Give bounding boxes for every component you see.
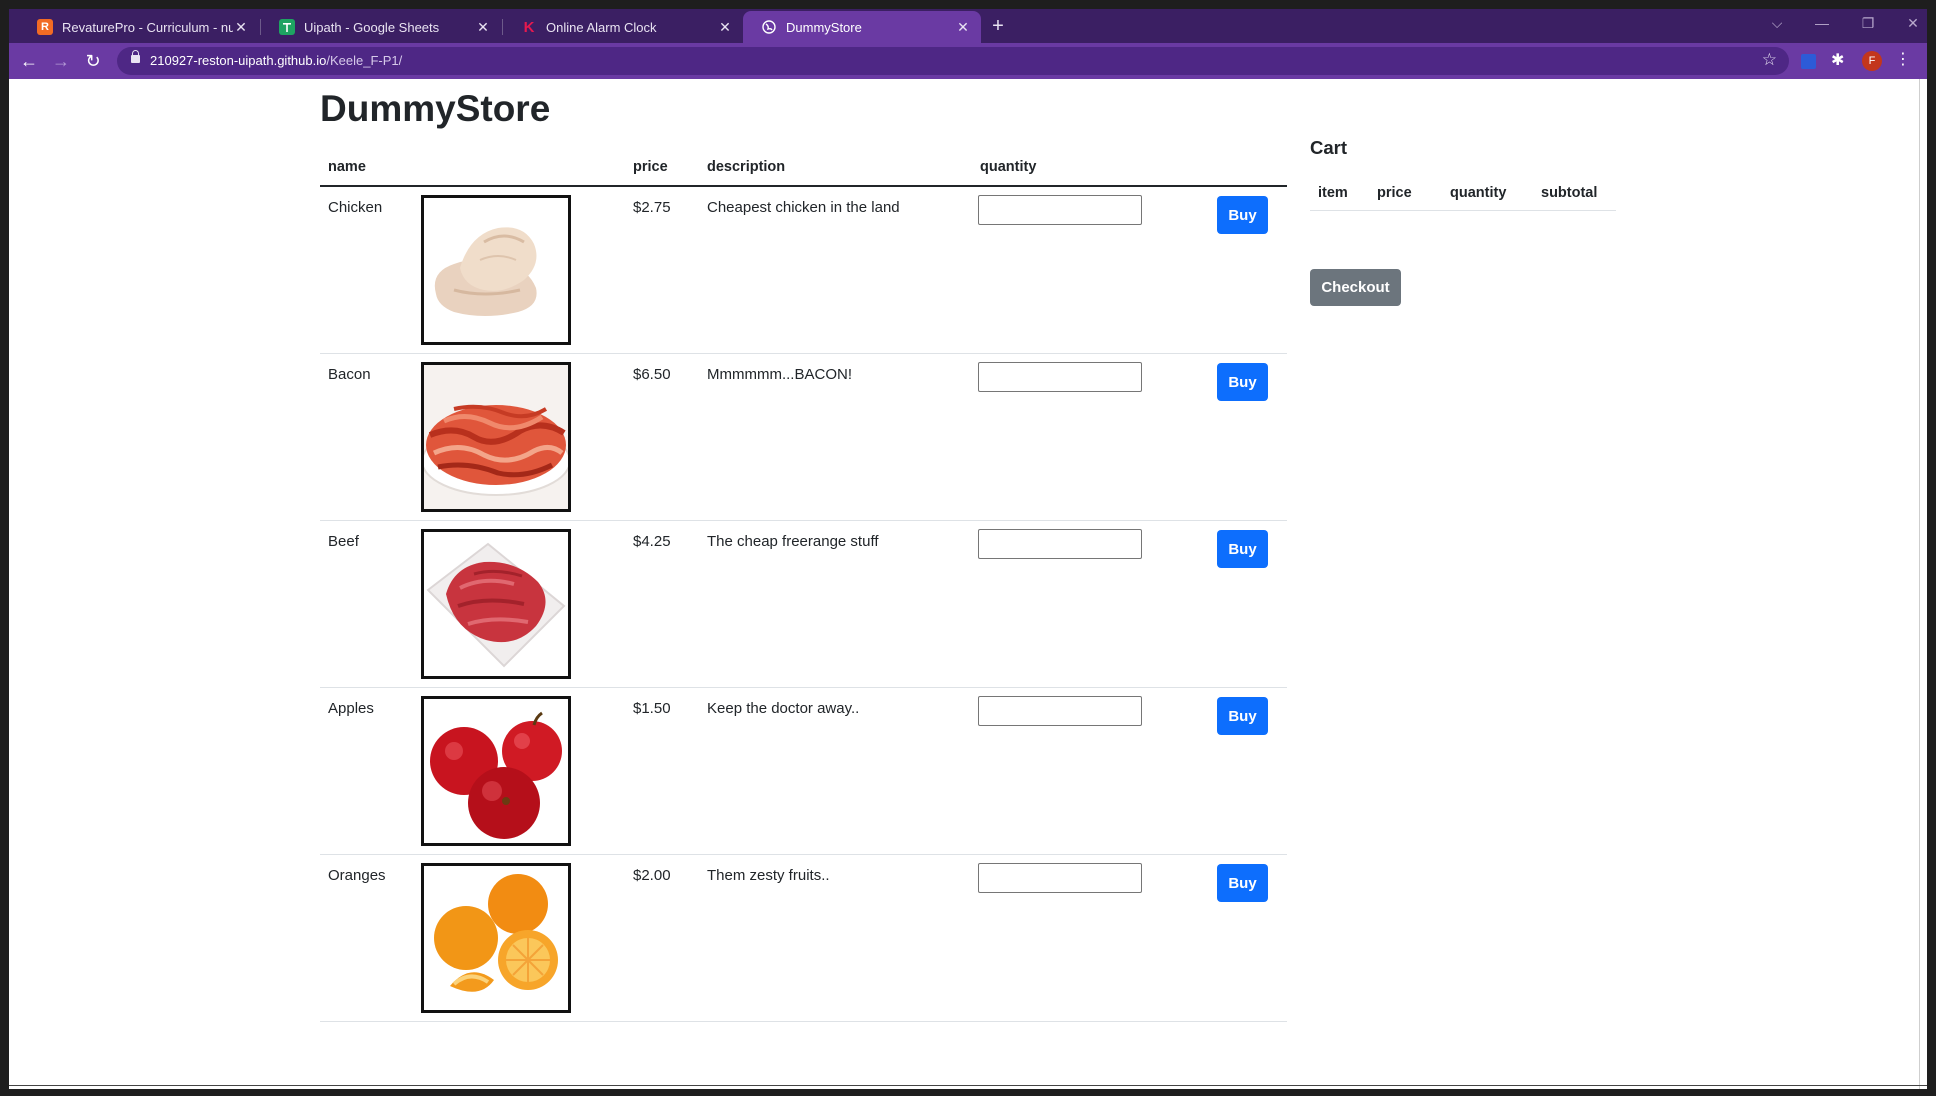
product-description: The cheap freerange stuff	[707, 533, 879, 550]
product-name: Oranges	[328, 867, 386, 884]
tab-title: Uipath - Google Sheets	[304, 19, 440, 35]
page-bottom-divider	[9, 1085, 1927, 1086]
cart-panel: Cart item price quantity subtotal Checko…	[1310, 137, 1616, 306]
extension-icon[interactable]	[1801, 54, 1816, 69]
product-price: $2.00	[633, 867, 671, 884]
close-icon[interactable]: ✕	[955, 19, 971, 35]
quantity-input[interactable]	[978, 362, 1142, 392]
url-text[interactable]: 210927-reston-uipath.github.io/Keele_F-P…	[150, 53, 402, 68]
column-header-price: price	[633, 159, 668, 175]
buy-button[interactable]: Buy	[1217, 196, 1268, 234]
close-icon[interactable]: ✕	[475, 19, 491, 35]
revature-favicon-icon: R	[37, 19, 53, 35]
address-bar[interactable]: 210927-reston-uipath.github.io/Keele_F-P…	[117, 47, 1789, 75]
tab-strip: R RevaturePro - Curriculum - null ✕ Uipa…	[9, 9, 1927, 43]
table-row: Beef $4.25 The cheap freerange stuff Buy	[320, 521, 1287, 688]
product-name: Chicken	[328, 199, 383, 216]
product-name: Beef	[328, 533, 359, 550]
minimize-icon[interactable]: —	[1808, 15, 1836, 31]
column-header-name: name	[328, 159, 366, 175]
cart-column-item: item	[1318, 185, 1348, 201]
close-window-icon[interactable]: ✕	[1899, 15, 1927, 32]
checkout-button[interactable]: Checkout	[1310, 269, 1401, 306]
back-arrow-icon[interactable]: ←	[17, 49, 41, 73]
quantity-input[interactable]	[978, 863, 1142, 893]
product-table: name price description quantity Chicken	[320, 149, 1287, 1022]
close-icon[interactable]: ✕	[233, 19, 249, 35]
product-price: $1.50	[633, 700, 671, 717]
cart-table-header: item price quantity subtotal	[1310, 175, 1616, 211]
restore-icon[interactable]: ❐	[1854, 15, 1882, 32]
table-row: Bacon $6.50 Mmmmmm...BACON! Buy	[320, 354, 1287, 521]
chicken-image	[421, 195, 571, 345]
tab-dummystore[interactable]: DummyStore ✕	[743, 11, 981, 43]
cart-title: Cart	[1310, 137, 1348, 158]
profile-avatar[interactable]: F	[1862, 51, 1882, 71]
quantity-input[interactable]	[978, 696, 1142, 726]
close-icon[interactable]: ✕	[717, 19, 733, 35]
page-title: DummyStore	[320, 88, 551, 129]
tab-online-alarm-clock[interactable]: K Online Alarm Clock ✕	[503, 11, 743, 43]
bookmark-star-icon[interactable]: ☆	[1762, 50, 1777, 70]
scrollbar-edge	[1919, 79, 1920, 1089]
chevron-down-icon[interactable]: ⌵	[1763, 15, 1791, 32]
product-name: Bacon	[328, 366, 371, 383]
reload-icon[interactable]: ↻	[81, 49, 105, 73]
product-description: Mmmmmm...BACON!	[707, 366, 852, 383]
browser-toolbar: ← → ↻ 210927-reston-uipath.github.io/Kee…	[9, 43, 1927, 79]
google-sheets-icon	[279, 19, 295, 35]
extensions-puzzle-icon[interactable]: ✱	[1831, 50, 1844, 70]
bacon-image	[421, 362, 571, 512]
tab-title: DummyStore	[786, 19, 862, 35]
buy-button[interactable]: Buy	[1217, 530, 1268, 568]
quantity-input[interactable]	[978, 195, 1142, 225]
globe-icon	[761, 19, 777, 35]
buy-button[interactable]: Buy	[1217, 363, 1268, 401]
quantity-input[interactable]	[978, 529, 1142, 559]
table-row: Oranges $2.00 Them zesty fruits.. Buy	[320, 855, 1287, 1022]
cart-column-quantity: quantity	[1450, 185, 1507, 201]
kuku-klok-icon: K	[523, 18, 535, 36]
table-row: Apples $1.50 Keep the doctor away.. Buy	[320, 688, 1287, 855]
buy-button[interactable]: Buy	[1217, 697, 1268, 735]
browser-window: R RevaturePro - Curriculum - null ✕ Uipa…	[9, 9, 1927, 1089]
product-name: Apples	[328, 700, 374, 717]
apples-image	[421, 696, 571, 846]
product-table-header: name price description quantity	[320, 149, 1287, 187]
new-tab-plus-icon[interactable]: +	[987, 16, 1009, 38]
product-price: $4.25	[633, 533, 671, 550]
tab-revaturepro[interactable]: R RevaturePro - Curriculum - null ✕	[19, 11, 259, 43]
product-description: Keep the doctor away..	[707, 700, 860, 717]
table-row: Chicken $2.75 Cheapest chicken in the la…	[320, 187, 1287, 354]
web-page: DummyStore name price description quanti…	[9, 79, 1927, 1089]
beef-image	[421, 529, 571, 679]
cart-column-subtotal: subtotal	[1541, 185, 1598, 201]
column-header-quantity: quantity	[980, 159, 1037, 175]
oranges-image	[421, 863, 571, 1013]
cart-column-price: price	[1377, 185, 1412, 201]
forward-arrow-icon[interactable]: →	[49, 49, 73, 73]
column-header-description: description	[707, 159, 786, 175]
tab-google-sheets[interactable]: Uipath - Google Sheets ✕	[261, 11, 501, 43]
menu-kebab-icon[interactable]: ⋮	[1895, 49, 1911, 69]
product-price: $6.50	[633, 366, 671, 383]
product-price: $2.75	[633, 199, 671, 216]
buy-button[interactable]: Buy	[1217, 864, 1268, 902]
tab-title: Online Alarm Clock	[546, 19, 657, 35]
product-description: Them zesty fruits..	[707, 867, 830, 884]
lock-icon[interactable]	[131, 50, 140, 63]
tab-title: RevaturePro - Curriculum - null	[62, 19, 233, 35]
product-description: Cheapest chicken in the land	[707, 199, 900, 216]
